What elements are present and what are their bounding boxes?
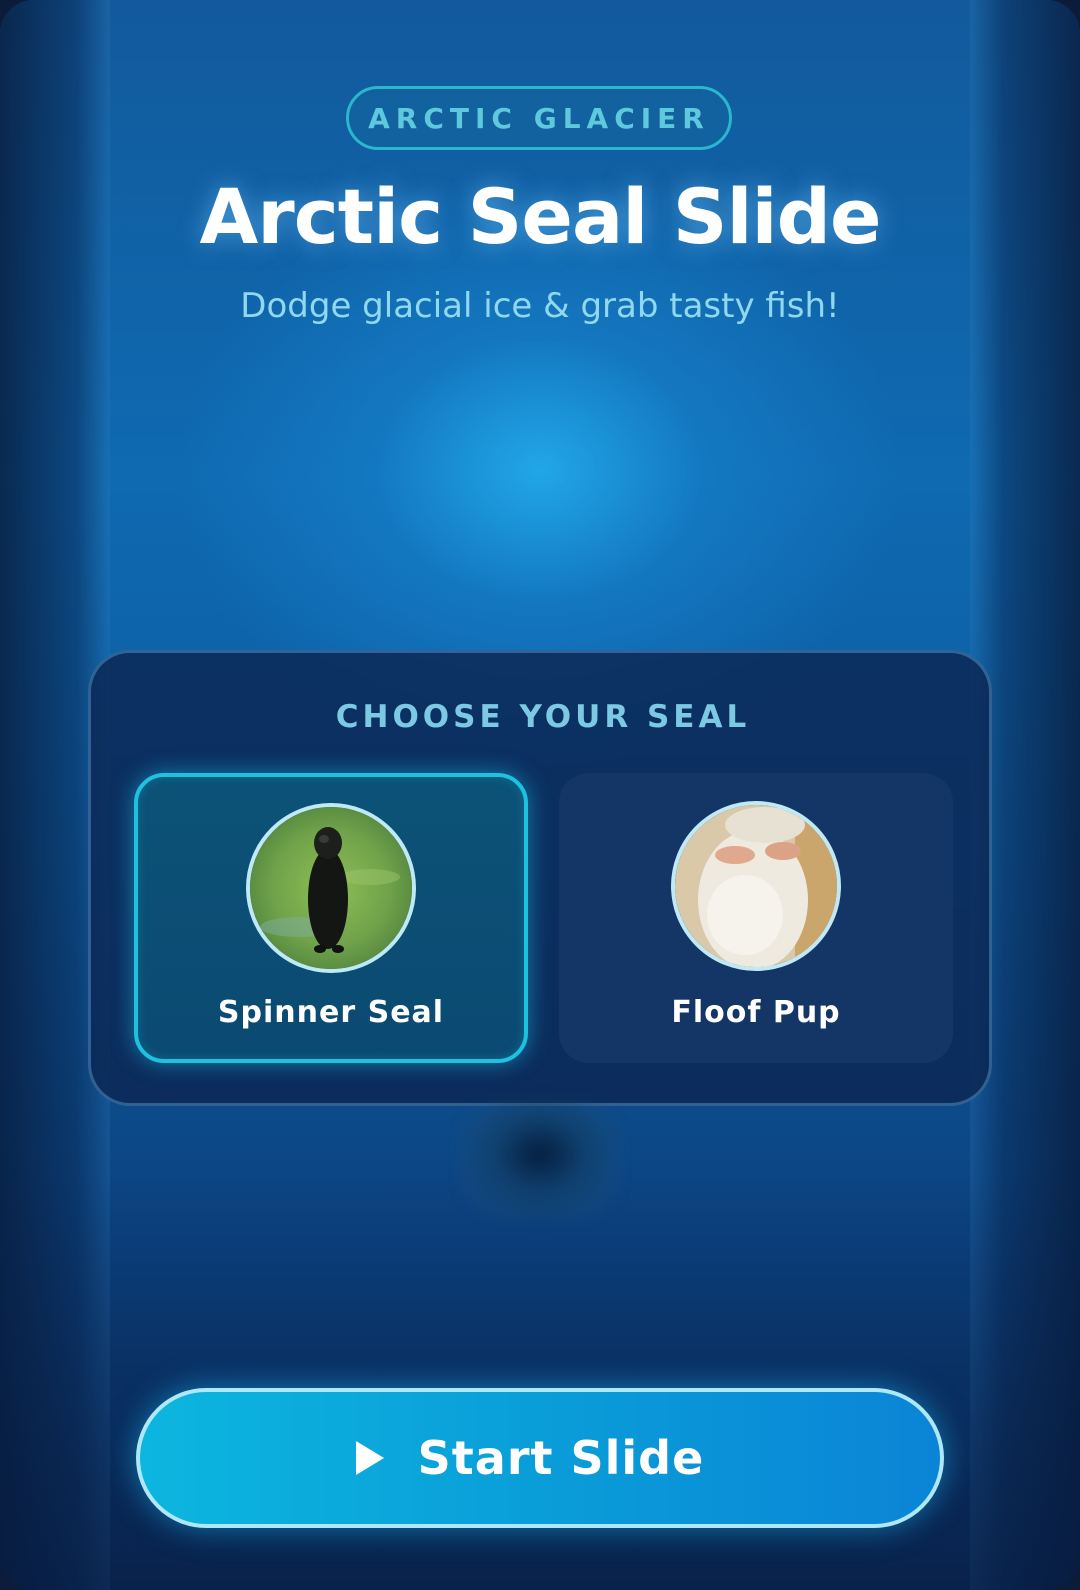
seal-picker-panel: CHOOSE YOUR SEAL Spinner Seal Floof Pup bbox=[88, 650, 992, 1106]
game-start-screen: ARCTIC GLACIER Arctic Seal Slide Dodge g… bbox=[0, 0, 1080, 1590]
spinner-seal-avatar bbox=[246, 803, 416, 973]
seal-name: Spinner Seal bbox=[217, 995, 445, 1030]
floof-pup-image bbox=[675, 805, 837, 967]
start-button[interactable]: Start Slide bbox=[136, 1388, 944, 1528]
game-subtitle: Dodge glacial ice & grab tasty fish! bbox=[240, 286, 840, 326]
floof-pup-avatar bbox=[671, 801, 841, 971]
blurred-seal-character bbox=[460, 1100, 620, 1220]
seal-option-floof-pup[interactable]: Floof Pup bbox=[559, 773, 953, 1063]
picker-heading: CHOOSE YOUR SEAL bbox=[335, 699, 751, 735]
play-icon bbox=[355, 1441, 384, 1475]
game-title: Arctic Seal Slide bbox=[199, 172, 881, 261]
spinner-seal-image bbox=[250, 807, 412, 969]
seal-name: Floof Pup bbox=[671, 995, 841, 1030]
seal-option-spinner-seal[interactable]: Spinner Seal bbox=[134, 773, 528, 1063]
start-button-label: Start Slide bbox=[417, 1431, 705, 1485]
region-badge: ARCTIC GLACIER bbox=[346, 86, 732, 150]
